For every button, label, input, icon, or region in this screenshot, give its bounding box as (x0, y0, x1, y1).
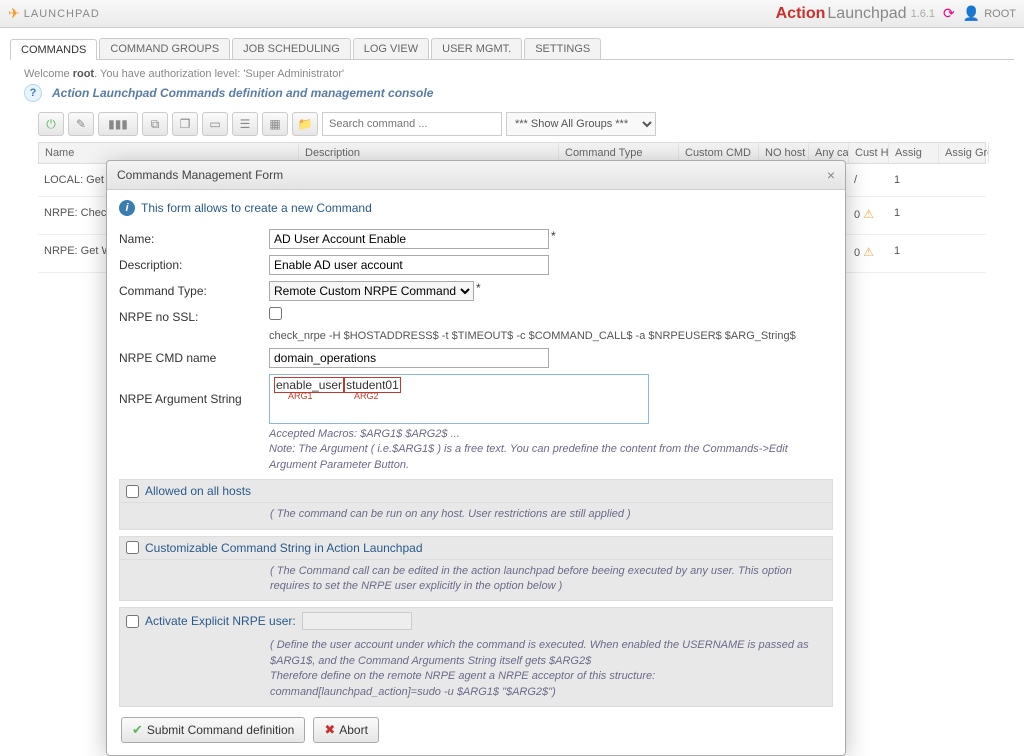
toolbar-folder-button[interactable]: 📁 (292, 112, 318, 136)
cell-assig: 1 (888, 197, 938, 234)
brand-action: Action (776, 5, 826, 23)
rocket-icon: ✈ (8, 5, 20, 22)
warn-icon: ⚠ (863, 207, 874, 221)
modal-titlebar[interactable]: Commands Management Form × (107, 161, 845, 190)
cmd-name-input[interactable] (269, 348, 549, 368)
toolbar-copy-button[interactable]: ⧉ (142, 112, 168, 136)
help-icon[interactable]: ? (24, 84, 42, 102)
arg-string-input[interactable]: enable_userstudent01 ARG1 ARG2 (269, 374, 649, 424)
toolbar-grid-button[interactable]: ▦ (262, 112, 288, 136)
explicit-checkbox[interactable] (126, 615, 139, 628)
explicit-user-input[interactable] (302, 612, 412, 630)
cell-assig: 1 (888, 235, 938, 272)
description-input[interactable] (269, 255, 549, 275)
cell-cust: 0 ⚠ (848, 197, 888, 234)
label-cmd-name: NRPE CMD name (119, 348, 269, 365)
toolbar-edit-button[interactable]: ✎ (68, 112, 94, 136)
explicit-section: Activate Explicit NRPE user: (119, 607, 833, 634)
cell-assig: 1 (888, 164, 938, 196)
user-icon: 👤 (963, 5, 980, 22)
toolbar-power-button[interactable]: ⏻ (38, 112, 64, 136)
tab-command-groups[interactable]: COMMAND GROUPS (99, 38, 230, 59)
user-name: ROOT (984, 8, 1016, 20)
tab-user-mgmt[interactable]: USER MGMT. (431, 38, 522, 59)
toolbar-window-button[interactable]: ▭ (202, 112, 228, 136)
info-icon: i (119, 200, 135, 216)
submit-button[interactable]: ✔Submit Command definition (121, 717, 305, 743)
cell-cust: / (848, 164, 888, 196)
tab-log-view[interactable]: LOG VIEW (353, 38, 429, 59)
modal-title: Commands Management Form (117, 168, 283, 182)
refresh-icon[interactable]: ⟳ (943, 5, 955, 22)
allowed-section: Allowed on all hosts (119, 479, 833, 503)
version: 1.6.1 (911, 8, 935, 20)
tab-commands[interactable]: COMMANDS (10, 39, 97, 60)
abort-button[interactable]: ✖Abort (313, 717, 379, 743)
modal-body: i This form allows to create a new Comma… (107, 190, 845, 755)
explicit-label: Activate Explicit NRPE user: (145, 614, 296, 628)
allowed-desc: ( The command can be run on any host. Us… (119, 503, 833, 529)
warn-icon: ⚠ (863, 245, 874, 259)
customizable-section: Customizable Command String in Action La… (119, 536, 833, 560)
command-line-text: check_nrpe -H $HOSTADDRESS$ -t $TIMEOUT$… (119, 327, 833, 345)
console-title: Action Launchpad Commands definition and… (52, 86, 433, 100)
tab-settings[interactable]: SETTINGS (524, 38, 601, 59)
explicit-desc: ( Define the user account under which th… (119, 634, 833, 707)
toolbar-list-button[interactable]: ☰ (232, 112, 258, 136)
name-input[interactable] (269, 229, 549, 249)
x-icon: ✖ (324, 722, 335, 738)
toolbar-columns-button[interactable]: ▮▮▮ (98, 112, 138, 136)
top-bar: ✈ LAUNCHPAD Action Launchpad 1.6.1 ⟳ 👤 R… (0, 0, 1024, 28)
label-command-type: Command Type: (119, 281, 269, 298)
close-icon[interactable]: × (827, 167, 835, 183)
tab-job-scheduling[interactable]: JOB SCHEDULING (232, 38, 351, 59)
label-name: Name: (119, 229, 269, 246)
label-arg-string: NRPE Argument String (119, 374, 269, 406)
modal-info: i This form allows to create a new Comma… (119, 198, 833, 226)
label-no-ssl: NRPE no SSL: (119, 307, 269, 324)
arg2-label: ARG2 (354, 391, 379, 401)
allowed-label: Allowed on all hosts (145, 484, 251, 498)
modal-actions: ✔Submit Command definition ✖Abort (119, 707, 833, 743)
label-description: Description: (119, 255, 269, 272)
commands-management-modal: Commands Management Form × i This form a… (106, 160, 846, 756)
allowed-checkbox[interactable] (126, 485, 139, 498)
group-filter-select[interactable]: *** Show All Groups *** (506, 112, 656, 136)
no-ssl-checkbox[interactable] (269, 307, 282, 320)
command-type-select[interactable]: Remote Custom NRPE Command (269, 281, 474, 301)
customizable-desc: ( The Command call can be edited in the … (119, 560, 833, 602)
search-input[interactable] (322, 112, 502, 136)
col-cust-hosts[interactable]: Cust Hosts (849, 143, 889, 163)
cell-cust: 0 ⚠ (848, 235, 888, 272)
user-info[interactable]: 👤 ROOT (963, 5, 1016, 22)
arg1-label: ARG1 (288, 391, 313, 401)
tab-strip: COMMANDS COMMAND GROUPS JOB SCHEDULING L… (0, 28, 1024, 59)
modal-info-text: This form allows to create a new Command (141, 201, 372, 215)
app-title: LAUNCHPAD (24, 8, 100, 20)
toolbar-layers-button[interactable]: ❐ (172, 112, 198, 136)
console-header: ? Action Launchpad Commands definition a… (24, 82, 1000, 110)
arg-hint: Accepted Macros: $ARG1$ $ARG2$ ... Note:… (119, 427, 833, 473)
col-assig[interactable]: Assig (889, 143, 939, 163)
customizable-label: Customizable Command String in Action La… (145, 541, 423, 555)
col-assig-groups[interactable]: Assig Groups (939, 143, 989, 163)
customizable-checkbox[interactable] (126, 541, 139, 554)
brand-launchpad: Launchpad (827, 5, 906, 23)
welcome-text: Welcome root. You have authorization lev… (24, 64, 1000, 82)
check-icon: ✔ (132, 722, 143, 738)
toolbar: ⏻ ✎ ▮▮▮ ⧉ ❐ ▭ ☰ ▦ 📁 *** Show All Groups … (24, 110, 1000, 142)
